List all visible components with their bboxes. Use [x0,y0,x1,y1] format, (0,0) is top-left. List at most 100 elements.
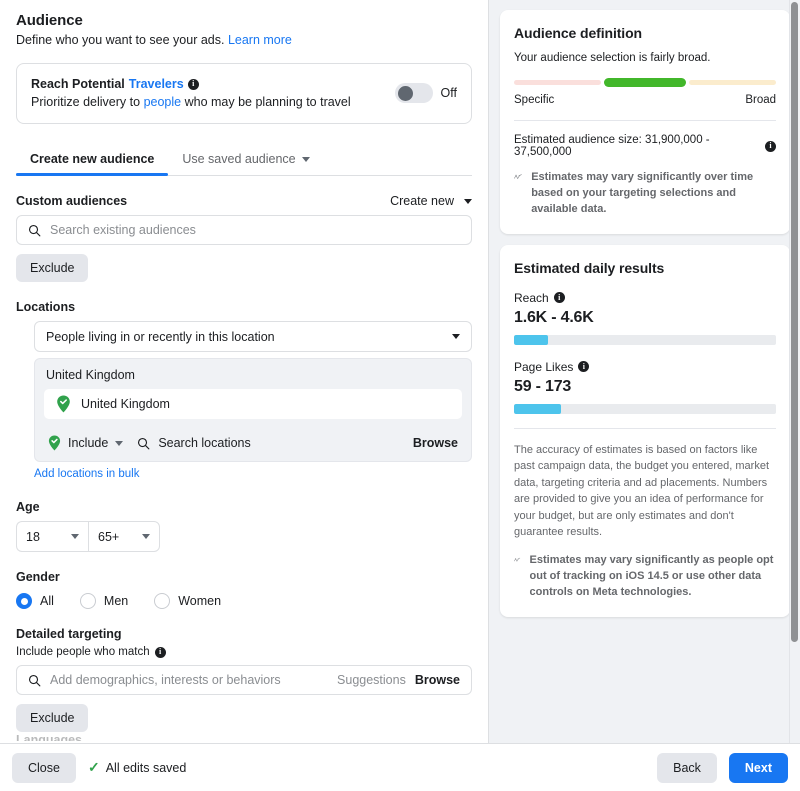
location-search-row: Include Search locations Browse [44,425,462,461]
detailed-targeting-search-placeholder: Add demographics, interests or behaviors [50,673,328,687]
metric-page-likes-value: 59 - 173 [514,378,776,396]
locations-browse-button[interactable]: Browse [413,436,458,450]
locations-body: People living in or recently in this loc… [34,321,472,482]
age-min-select[interactable]: 18 [16,521,88,552]
chevron-down-icon [452,334,460,339]
estimates-panel: Audience definition Your audience select… [489,0,800,743]
location-pin-check-icon [48,435,61,451]
vertical-scrollbar[interactable] [789,0,800,743]
estimated-daily-results-title: Estimated daily results [514,260,776,276]
reach-potential-title: Reach Potential Travelers i [31,77,385,91]
page-subtitle: Define who you want to see your ads. Lea… [16,33,472,47]
location-type-value: People living in or recently in this loc… [46,330,275,344]
metric-reach-name: Reach i [514,291,776,305]
custom-audiences-search-field[interactable]: Search existing audiences [16,215,472,245]
detailed-targeting-sublabel: Include people who match i [16,646,472,658]
next-button[interactable]: Next [729,753,788,783]
location-type-select[interactable]: People living in or recently in this loc… [34,321,472,352]
ios-tracking-note-text: Estimates may vary significantly as peop… [530,553,776,601]
info-icon[interactable]: i [188,79,199,90]
list-item[interactable]: United Kingdom [44,389,462,419]
metric-page-likes-bar-fill [514,404,561,414]
info-icon[interactable]: i [765,141,776,152]
reach-potential-desc-part2: who may be planning to travel [185,95,351,109]
page-title: Audience [16,12,472,29]
detailed-targeting-exclude-button[interactable]: Exclude [16,704,88,732]
save-status-label: All edits saved [106,761,187,775]
people-link[interactable]: people [144,95,182,109]
age-max-select[interactable]: 65+ [88,521,160,552]
audience-tabs: Create new audience Use saved audience [16,146,472,176]
suggestions-button[interactable]: Suggestions [337,673,406,687]
age-label: Age [16,500,472,514]
meter-label-specific: Specific [514,94,554,106]
custom-audiences-label: Custom audiences [16,194,127,208]
scrollbar-thumb[interactable] [791,2,798,642]
accuracy-paragraph: The accuracy of estimates is based on fa… [514,442,776,541]
metric-reach-bar [514,335,776,345]
ios-tracking-note: Estimates may vary significantly as peop… [514,553,776,601]
custom-audiences-exclude-button[interactable]: Exclude [16,254,88,282]
location-search-placeholder[interactable]: Search locations [158,436,250,450]
back-button[interactable]: Back [657,753,717,783]
metric-page-likes-name: Page Likes i [514,360,776,374]
gender-option-women[interactable]: Women [154,593,221,609]
info-icon[interactable]: i [554,292,565,303]
main-content: Audience Define who you want to see your… [0,0,800,743]
cut-off-section-label: Languages [16,733,82,741]
selected-locations-panel: United Kingdom United Kingdom [34,358,472,462]
reach-potential-title-prefix: Reach Potential [31,77,125,91]
reach-potential-toggle[interactable] [395,83,433,103]
estimated-audience-size-text: Estimated audience size: 31,900,000 - 37… [514,134,760,158]
detailed-targeting-sublabel-text: Include people who match [16,646,150,658]
search-icon [137,437,150,450]
location-include-select[interactable]: Include [48,435,123,451]
radio-icon [16,593,32,609]
create-new-audience-button[interactable]: Create new [390,194,472,208]
tab-create-new-audience-label: Create new audience [30,152,154,166]
tab-use-saved-audience[interactable]: Use saved audience [168,146,323,175]
audience-form-panel: Audience Define who you want to see your… [0,0,489,743]
age-range-controls: 18 65+ [16,521,472,552]
check-icon: ✓ [88,759,100,776]
meter-labels: Specific Broad [514,94,776,106]
tab-create-new-audience[interactable]: Create new audience [16,146,168,175]
estimated-daily-results-card: Estimated daily results Reach i 1.6K - 4… [500,245,790,617]
meter-label-broad: Broad [745,94,776,106]
divider [514,120,776,121]
chevron-down-icon [464,199,472,204]
gender-label: Gender [16,570,472,584]
location-include-label: Include [68,436,108,450]
locations-label: Locations [16,300,472,314]
gender-option-all-label: All [40,594,54,608]
audience-definition-title: Audience definition [514,25,776,41]
footer-bar: Close ✓ All edits saved Back Next [0,743,800,791]
gender-option-men[interactable]: Men [80,593,128,609]
radio-icon [80,593,96,609]
audience-editor-window: Audience Define who you want to see your… [0,0,800,791]
location-item-label: United Kingdom [81,397,170,411]
add-locations-in-bulk-link[interactable]: Add locations in bulk [34,468,139,480]
chevron-down-icon [302,157,310,162]
detailed-targeting-browse-button[interactable]: Browse [415,673,460,687]
detailed-targeting-search-field[interactable]: Add demographics, interests or behaviors… [16,665,472,695]
travelers-link[interactable]: Travelers [129,77,184,91]
reach-potential-texts: Reach Potential Travelers i Prioritize d… [31,77,385,109]
gender-option-all[interactable]: All [16,593,54,609]
reach-potential-toggle-wrap: Off [395,83,457,103]
reach-potential-card: Reach Potential Travelers i Prioritize d… [16,63,472,124]
close-button[interactable]: Close [12,753,76,783]
info-icon[interactable]: i [155,647,166,658]
metric-reach-value: 1.6K - 4.6K [514,309,776,327]
detailed-targeting-label: Detailed targeting [16,627,472,641]
info-icon[interactable]: i [578,361,589,372]
page-subtitle-text: Define who you want to see your ads. [16,33,224,47]
save-status: ✓ All edits saved [88,759,186,776]
custom-audiences-search-placeholder: Search existing audiences [50,223,460,237]
gender-options: All Men Women [16,593,472,609]
trend-chart-icon [514,170,522,184]
learn-more-link[interactable]: Learn more [228,33,292,47]
reach-potential-desc-part1: Prioritize delivery to [31,95,140,109]
gender-option-men-label: Men [104,594,128,608]
meter-segment-active [604,78,687,87]
